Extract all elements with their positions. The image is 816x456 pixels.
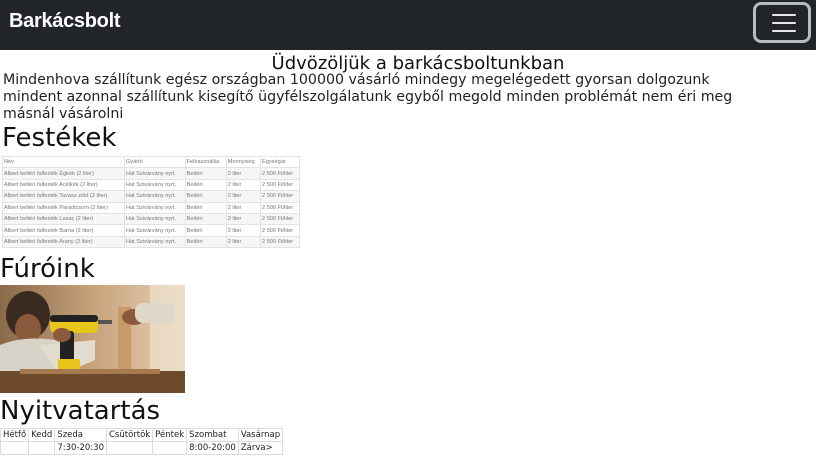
table-cell: Péntek xyxy=(152,428,188,442)
table-cell: Albert beltéri falfesték Lazac (2 liter) xyxy=(1,212,126,226)
drill-photo xyxy=(0,285,185,393)
table-cell: 2 liter xyxy=(225,201,262,214)
table-cell: Mennyiség xyxy=(225,155,262,169)
paints-table: Név Gyártó Felhasználás Mennyiség Egységár Al… xyxy=(1,155,300,249)
table-cell: 2 liter xyxy=(225,178,262,192)
table-cell: Beltéri xyxy=(184,201,227,214)
table-cell: 2 liter xyxy=(225,167,262,180)
table-cell: Albert beltéri falfesték Acélkék (2 lite… xyxy=(1,178,126,192)
table-cell: 2 liter xyxy=(225,235,262,249)
table-cell: 7:30-20:30 xyxy=(54,441,107,455)
table-cell: 2 liter xyxy=(225,224,262,237)
intro-paragraph: Mindenhova szállítunk egész országban 10… xyxy=(3,72,733,122)
hours-times-row: 7:30-20:30 8:00-20:00 Zárva> xyxy=(0,441,284,455)
opening-hours-table: Hétfő Kedd Szeda Csütörtök Péntek Szombat Vasá… xyxy=(0,428,284,455)
table-header-row: Név Gyártó Felhasználás Mennyiség Egységár xyxy=(1,155,300,169)
table-cell: Vasárnap xyxy=(237,428,284,442)
table-cell: Albert beltéri falfesték Barna (2 liter) xyxy=(1,224,126,237)
table-cell: Beltéri xyxy=(184,224,227,237)
table-cell: 2 500 Ft/liter xyxy=(260,201,300,214)
table-cell: 2 500 Ft/liter xyxy=(260,190,300,203)
table-cell: 8:00-20:00 xyxy=(186,441,239,455)
table-cell: Hat Szivárvány nyrt. xyxy=(124,190,186,203)
table-cell: Hat Szivárvány nyrt. xyxy=(124,201,186,214)
table-cell: Szombat xyxy=(186,428,239,442)
table-cell: 2 liter xyxy=(225,212,262,226)
table-cell: Hétfő xyxy=(0,428,30,442)
table-cell: 2 500 Ft/liter xyxy=(260,212,300,226)
table-cell: Hat Szivárvány nyrt. xyxy=(124,178,186,192)
table-cell: Kedd xyxy=(28,428,56,442)
table-row: Albert beltéri falfesték Paradicsom (2 l… xyxy=(1,201,300,214)
navbar-brand[interactable]: Barkácsbolt xyxy=(9,10,121,33)
navbar-toggler-button[interactable] xyxy=(753,2,811,43)
table-cell: Albert beltéri falfesték Arany (2 liter) xyxy=(1,235,126,249)
table-cell: Zárva> xyxy=(237,441,284,455)
table-cell: Beltéri xyxy=(184,212,227,226)
table-cell: Albert beltéri falfesték Égkék (2 liter) xyxy=(1,167,126,180)
table-cell: 2 liter xyxy=(225,190,262,203)
table-cell: Beltéri xyxy=(184,178,227,192)
table-cell xyxy=(0,441,30,455)
table-cell: Egységár xyxy=(260,155,300,169)
table-row: Albert beltéri falfesték Arany (2 liter)… xyxy=(1,235,300,249)
table-cell: Hat Szivárvány nyrt. xyxy=(124,224,186,237)
table-cell xyxy=(28,441,56,455)
table-cell: 2 500 Ft/liter xyxy=(260,235,300,249)
table-cell xyxy=(152,441,188,455)
navbar: Barkácsbolt xyxy=(0,0,816,50)
table-row: Albert beltéri falfesték Lazac (2 liter)… xyxy=(1,212,300,226)
table-cell: 2 500 Ft/liter xyxy=(260,178,300,192)
table-cell: Név xyxy=(1,155,126,169)
table-cell xyxy=(105,441,154,455)
hours-heading: Nyitvatartás xyxy=(0,396,161,426)
table-cell: Hat Szivárvány nyrt. xyxy=(124,212,186,226)
table-row: Albert beltéri falfesték Tavasz zöld (2 … xyxy=(1,190,300,203)
table-cell: Gyártó xyxy=(124,155,186,169)
table-cell: Hat Szivárvány nyrt. xyxy=(124,235,186,249)
table-cell: 2 500 Ft/liter xyxy=(260,167,300,180)
table-cell: Beltéri xyxy=(184,167,227,180)
table-cell: 2 500 Ft/liter xyxy=(260,224,300,237)
table-cell: Albert beltéri falfesték Tavasz zöld (2 … xyxy=(1,190,126,203)
hours-days-row: Hétfő Kedd Szeda Csütörtök Péntek Szombat Vasá… xyxy=(0,428,284,442)
table-row: Albert beltéri falfesték Acélkék (2 lite… xyxy=(1,178,300,192)
table-cell: Albert beltéri falfesték Paradicsom (2 l… xyxy=(1,201,126,214)
table-row: Albert beltéri falfesték Barna (2 liter)… xyxy=(1,224,300,237)
table-cell: Szeda xyxy=(54,428,107,442)
table-row: Albert beltéri falfesték Égkék (2 liter)… xyxy=(1,167,300,180)
table-cell: Beltéri xyxy=(184,190,227,203)
drills-heading: Fúróink xyxy=(0,254,95,284)
table-cell: Felhasználás xyxy=(184,155,227,169)
table-cell: Csütörtök xyxy=(105,428,154,442)
table-cell: Hat Szivárvány nyrt. xyxy=(124,167,186,180)
paints-heading: Festékek xyxy=(2,123,117,153)
table-cell: Beltéri xyxy=(184,235,227,249)
